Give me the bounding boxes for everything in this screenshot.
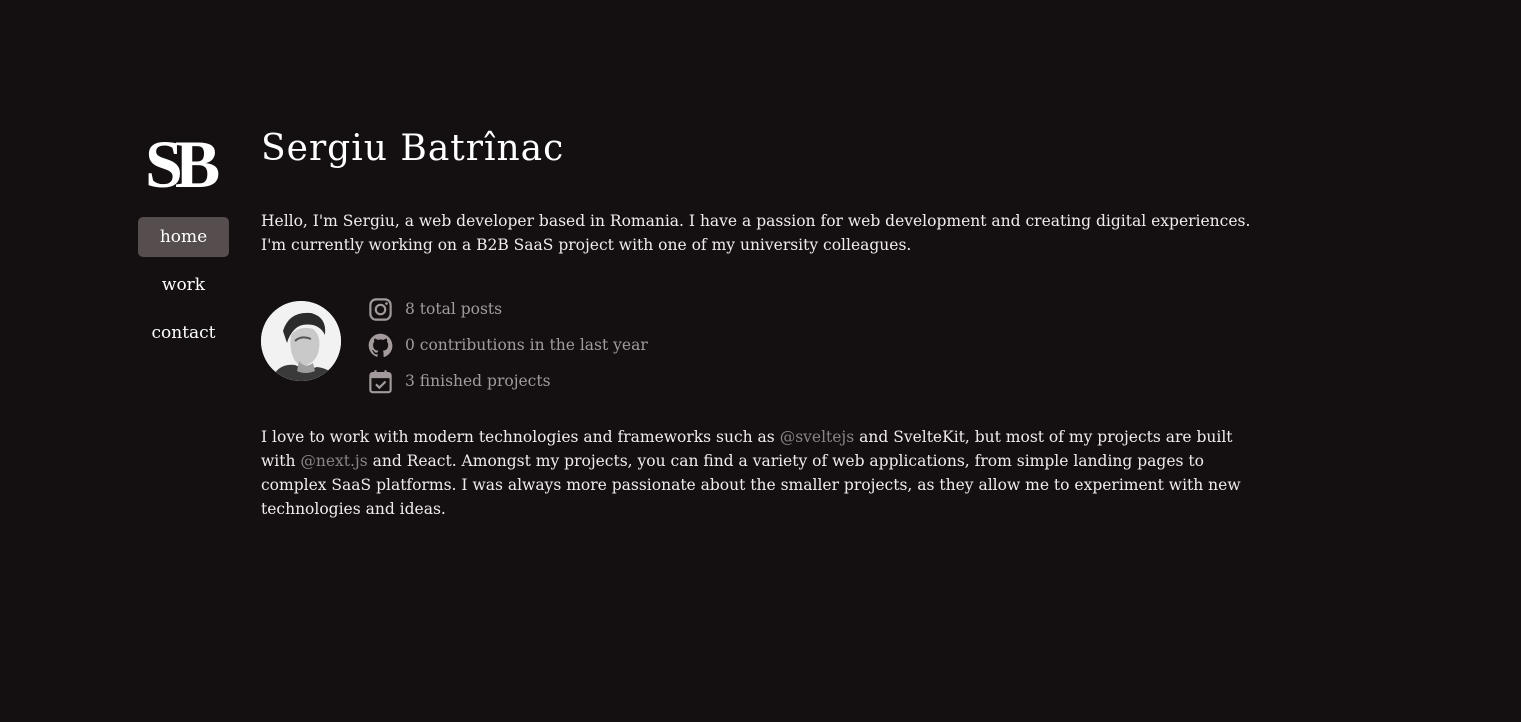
avatar	[261, 301, 341, 381]
logo-text: SB	[145, 126, 220, 202]
about-text-1: I love to work with modern technologies …	[261, 428, 780, 446]
avatar-photo	[261, 301, 341, 381]
stats-list: 8 total posts 0 contributions in the las…	[367, 291, 648, 399]
stat-instagram-posts: 8 total posts	[367, 291, 648, 327]
nav-item-contact[interactable]: contact	[138, 313, 229, 353]
stat-finished-projects: 3 finished projects	[367, 363, 648, 399]
nav-item-work[interactable]: work	[138, 265, 229, 305]
page: SB home work contact Sergiu Batrînac Hel…	[0, 0, 1521, 722]
page-title: Sergiu Batrînac	[261, 128, 565, 169]
sidebar-nav: home work contact	[138, 217, 229, 361]
stat-github-contributions: 0 contributions in the last year	[367, 327, 648, 363]
stat-instagram-text: 8 total posts	[405, 300, 503, 318]
about-paragraph: I love to work with modern technologies …	[261, 425, 1251, 521]
nav-item-home[interactable]: home	[138, 217, 229, 257]
site-logo[interactable]: SB	[145, 130, 225, 198]
sveltejs-mention-link[interactable]: @sveltejs	[780, 428, 855, 446]
about-text-3: and React. Amongst my projects, you can …	[261, 452, 1241, 518]
intro-paragraph: Hello, I'm Sergiu, a web developer based…	[261, 212, 1251, 254]
instagram-icon	[369, 297, 392, 321]
github-icon	[368, 333, 393, 357]
stat-projects-text: 3 finished projects	[405, 372, 551, 390]
nextjs-mention-link[interactable]: @next.js	[300, 452, 367, 470]
calendar-check-icon	[369, 369, 392, 393]
stat-github-text: 0 contributions in the last year	[405, 336, 648, 354]
